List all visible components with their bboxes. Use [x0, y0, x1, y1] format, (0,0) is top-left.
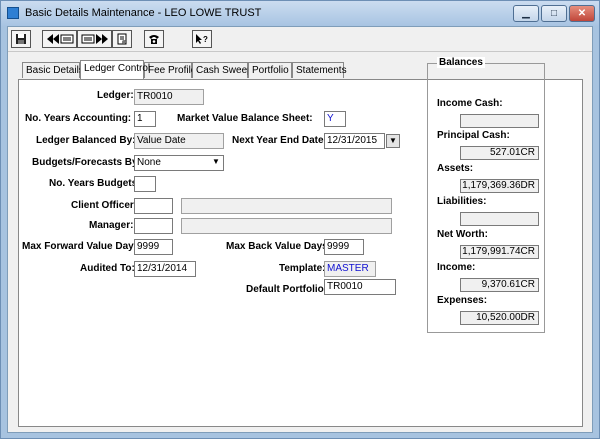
years-accounting-field[interactable]: 1 [134, 111, 156, 127]
tab-fee-profile[interactable]: Fee Profile [144, 62, 196, 78]
report-button[interactable] [112, 30, 132, 48]
template-label: Template: [279, 263, 326, 274]
help-icon: ? [196, 34, 208, 44]
mv-balance-field[interactable]: Y [324, 111, 346, 127]
save-button[interactable] [11, 30, 31, 48]
phone-button[interactable] [144, 30, 164, 48]
expenses-value: 10,520.00DR [460, 311, 539, 325]
next-year-end-dropdown[interactable]: ▼ [386, 134, 400, 148]
expenses-label: Expenses: [437, 295, 488, 306]
svg-text:?: ? [203, 35, 208, 44]
chevron-down-icon: ▼ [389, 136, 397, 145]
toolbar: ? [8, 27, 592, 52]
income-cash-value [460, 114, 539, 128]
next-record-button[interactable] [77, 30, 112, 48]
audited-to-field[interactable]: 12/31/2014 [134, 261, 196, 277]
income-cash-label: Income Cash: [437, 98, 503, 109]
save-icon [16, 34, 26, 44]
next-record-icon [81, 34, 108, 44]
close-button[interactable]: ✕ [569, 5, 595, 22]
report-icon [117, 33, 127, 45]
next-year-end-label: Next Year End Date: [232, 135, 327, 146]
next-year-end-field[interactable]: 12/31/2015 [324, 133, 385, 149]
previous-record-icon [46, 34, 73, 44]
manager-code-field[interactable] [134, 218, 173, 234]
liabilities-value [460, 212, 539, 226]
client-officer-label: Client Officer: [71, 200, 138, 211]
net-worth-value: 1,179,991.74CR [460, 245, 539, 259]
principal-cash-value: 527.01CR [460, 146, 539, 160]
net-worth-label: Net Worth: [437, 229, 488, 240]
budgets-label: Budgets/Forecasts By: [32, 157, 141, 168]
tab-ledger-control[interactable]: Ledger Control [80, 60, 150, 79]
liabilities-label: Liabilities: [437, 196, 487, 207]
budgets-dropdown[interactable]: ▼ [209, 156, 223, 170]
default-portfolio-label: Default Portfolio: [246, 284, 328, 295]
audited-to-label: Audited To: [80, 263, 135, 274]
mv-balance-label: Market Value Balance Sheet: [177, 113, 313, 124]
years-budgets-field[interactable] [134, 176, 156, 192]
principal-cash-label: Principal Cash: [437, 130, 510, 141]
default-portfolio-field[interactable]: TR0010 [324, 279, 396, 295]
income-value: 9,370.61CR [460, 278, 539, 292]
minimize-button[interactable]: ▁ [513, 5, 539, 22]
app-icon [7, 7, 19, 19]
income-label: Income: [437, 262, 476, 273]
ledger-label: Ledger: [97, 90, 134, 101]
chevron-down-icon: ▼ [212, 157, 220, 166]
window-title: Basic Details Maintenance - LEO LOWE TRU… [25, 7, 262, 19]
manager-name-field [181, 218, 392, 234]
tab-basic-details[interactable]: Basic Details [22, 62, 84, 78]
client-officer-code-field[interactable] [134, 198, 173, 214]
assets-value: 1,179,369.36DR [460, 179, 539, 193]
tab-statements[interactable]: Statements [292, 62, 347, 78]
ledger-balanced-field: Value Date [134, 133, 224, 149]
title-bar[interactable]: Basic Details Maintenance - LEO LOWE TRU… [1, 1, 599, 26]
phone-icon [149, 35, 159, 44]
previous-record-button[interactable] [42, 30, 77, 48]
help-button[interactable]: ? [192, 30, 212, 48]
tab-cash-sweep[interactable]: Cash Sweep [192, 62, 253, 78]
maximize-button[interactable]: □ [541, 5, 567, 22]
ledger-balanced-label: Ledger Balanced By: [36, 135, 136, 146]
years-budgets-label: No. Years Budgets: [49, 178, 141, 189]
max-forward-label: Max Forward Value Days: [22, 241, 143, 252]
max-back-label: Max Back Value Days: [226, 241, 332, 252]
template-field: MASTER [324, 261, 376, 277]
balances-title: Balances [437, 57, 485, 68]
client-officer-name-field [181, 198, 392, 214]
assets-label: Assets: [437, 163, 474, 174]
years-accounting-label: No. Years Accounting: [25, 113, 132, 124]
max-forward-field[interactable]: 9999 [134, 239, 173, 255]
ledger-field: TR0010 [134, 89, 204, 105]
manager-label: Manager: [89, 220, 134, 231]
max-back-field[interactable]: 9999 [324, 239, 364, 255]
tab-portfolio[interactable]: Portfolio [248, 62, 292, 78]
